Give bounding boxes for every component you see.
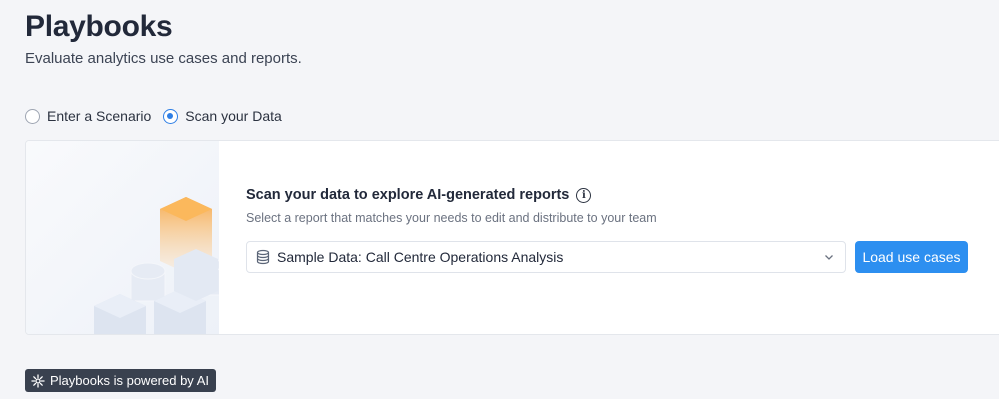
cubes-illustration-icon (94, 197, 222, 334)
data-cubes-illustration (26, 141, 222, 334)
load-use-cases-button[interactable]: Load use cases (855, 241, 968, 273)
database-icon (256, 249, 270, 265)
radio-label-enter-scenario: Enter a Scenario (47, 108, 152, 124)
radio-circle-checked[interactable] (163, 108, 179, 124)
card-heading: Scan your data to explore AI-generated r… (246, 187, 592, 203)
mode-radio-group: Enter a Scenario Scan your Data (25, 108, 282, 124)
dataset-select[interactable]: Sample Data: Call Centre Operations Anal… (246, 241, 846, 273)
ai-sparkle-icon (31, 373, 45, 388)
info-icon[interactable]: i (576, 187, 592, 203)
playbooks-page: Playbooks Evaluate analytics use cases a… (0, 0, 999, 399)
chevron-down-icon (825, 255, 833, 260)
card-subheading: Select a report that matches your needs … (246, 211, 657, 225)
dataset-select-value: Sample Data: Call Centre Operations Anal… (277, 249, 564, 265)
radio-circle-unchecked[interactable] (25, 108, 40, 124)
page-subtitle: Evaluate analytics use cases and reports… (25, 50, 302, 67)
page-title: Playbooks (25, 10, 173, 43)
radio-enter-scenario[interactable]: Enter a Scenario (25, 108, 151, 124)
card-heading-text: Scan your data to explore AI-generated r… (246, 187, 570, 203)
ai-badge-text: Playbooks is powered by AI (50, 373, 209, 388)
scan-data-card: Scan your data to explore AI-generated r… (25, 140, 999, 335)
radio-scan-data[interactable]: Scan your Data (163, 108, 282, 124)
ai-powered-badge: Playbooks is powered by AI (25, 369, 216, 392)
radio-label-scan-data: Scan your Data (185, 108, 282, 124)
